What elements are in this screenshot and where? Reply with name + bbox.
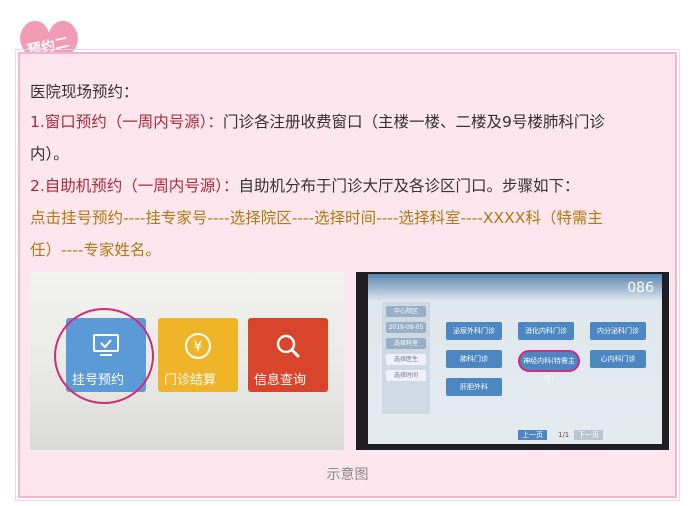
- kiosk-department-photo: 086 中心院区 2019-09-05 选择科室 选择医生 选择时间 泌尿外科门…: [356, 272, 669, 450]
- tile-label: 门诊结算: [164, 373, 217, 388]
- magnifier-icon: [276, 334, 301, 359]
- item1-line1: 1.窗口预约（一周内号源）：门诊各注册收费窗口（主楼一楼、二楼及9号楼肺科门诊: [30, 112, 670, 132]
- side-item[interactable]: 选择科室: [386, 338, 426, 349]
- prev-page-button[interactable]: 上一页: [518, 430, 547, 440]
- item1-text: 门诊各注册收费窗口（主楼一楼、二楼及9号楼肺科门诊: [223, 113, 605, 131]
- item1-line2: 内）。: [30, 145, 69, 163]
- kiosk-screen: 086 中心院区 2019-09-05 选择科室 选择医生 选择时间 泌尿外科门…: [368, 274, 662, 444]
- dept-button[interactable]: 肝胆外科: [446, 378, 502, 396]
- kiosk-side-panel: 中心院区 2019-09-05 选择科室 选择医生 选择时间: [382, 302, 430, 414]
- next-page-button[interactable]: 下一页: [574, 430, 603, 440]
- item2-text: 自助机分布于门诊大厅及各诊区门口。步骤如下：: [238, 177, 580, 195]
- dept-button-selected[interactable]: 神经内科(特需主任): [518, 350, 580, 383]
- image-caption: 示意图: [326, 467, 369, 483]
- intro-title: 医院现场预约：: [30, 83, 139, 101]
- item2-line: 2.自助机预约（一周内号源）：自助机分布于门诊大厅及各诊区门口。步骤如下：: [30, 176, 670, 196]
- item1-heading: 1.窗口预约（一周内号源）：: [30, 113, 224, 131]
- side-item[interactable]: 选择时间: [386, 370, 426, 381]
- tile-settlement[interactable]: ¥ 门诊结算: [158, 318, 238, 392]
- side-item[interactable]: 中心院区: [386, 306, 426, 317]
- side-item[interactable]: 选择医生: [386, 354, 426, 365]
- side-item[interactable]: 2019-09-05: [386, 322, 426, 333]
- tile-query[interactable]: 信息查询: [248, 318, 328, 392]
- dept-button[interactable]: 消化内科门诊: [518, 322, 574, 340]
- steps-line2: 任）----专家姓名。: [30, 241, 161, 259]
- svg-text:¥: ¥: [194, 339, 203, 355]
- dept-button[interactable]: 肺科门诊: [446, 350, 502, 368]
- counter-number: 086: [627, 280, 654, 296]
- yen-icon: ¥: [185, 333, 211, 359]
- kiosk-home-photo: 挂号预约 ¥ 门诊结算 信息查询: [30, 272, 344, 450]
- item2-heading: 2.自助机预约（一周内号源）：: [30, 177, 239, 195]
- page-indicator: 1/1: [558, 431, 570, 439]
- dept-button[interactable]: 泌尿外科门诊: [446, 322, 502, 340]
- highlight-circle: [54, 308, 154, 404]
- tile-label: 信息查询: [254, 373, 307, 388]
- dept-button[interactable]: 心内科门诊: [590, 350, 646, 368]
- steps-line1: 点击挂号预约----挂专家号----选择院区----选择时间----选择科室--…: [30, 209, 603, 227]
- dept-button[interactable]: 内分泌科门诊: [590, 322, 646, 340]
